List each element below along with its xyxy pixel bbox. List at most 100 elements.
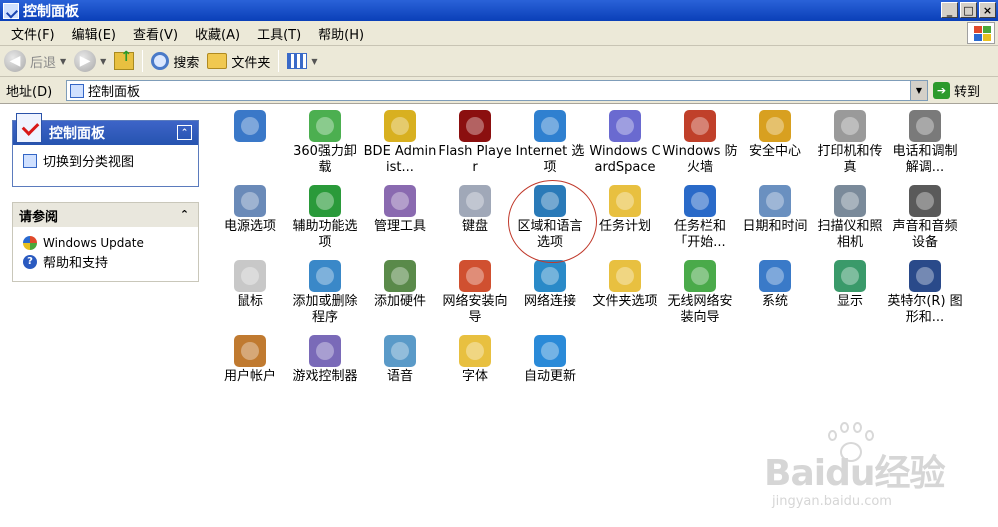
control-panel-item[interactable]: 显示: [812, 260, 888, 310]
minimize-button[interactable]: _: [941, 2, 958, 18]
views-button[interactable]: ▼: [283, 48, 321, 74]
control-panel-item[interactable]: Windows CardSpace: [587, 110, 663, 176]
control-panel-item[interactable]: 打印机和传真: [812, 110, 888, 176]
search-label: 搜索: [173, 55, 200, 71]
menu-edit[interactable]: 编辑(E): [61, 24, 122, 43]
control-panel-item[interactable]: 任务计划: [587, 185, 663, 235]
help-and-support-link[interactable]: ? 帮助和支持: [23, 252, 188, 271]
go-label: 转到: [954, 85, 981, 100]
see-also-pane: 请参阅 ⌃ Windows Update ? 帮助和支持: [12, 202, 199, 282]
see-also-header[interactable]: 请参阅 ⌃: [13, 203, 198, 227]
back-button[interactable]: ◀ 后退 ▼: [0, 48, 70, 74]
task-pane-header[interactable]: 控制面板 ⌃: [13, 113, 198, 145]
control-panel-item[interactable]: 网络安装向导: [437, 260, 513, 326]
forward-arrow-icon: ▶: [74, 50, 97, 72]
control-panel-item[interactable]: 电话和调制解调...: [887, 110, 963, 176]
switch-to-category-view-link[interactable]: 切换到分类视图: [23, 151, 188, 170]
menu-favorites[interactable]: 收藏(A): [184, 24, 246, 43]
cardspace-icon: [609, 110, 641, 142]
watermark-brand: Baidu经验: [764, 453, 945, 494]
back-dropdown-icon[interactable]: ▼: [60, 57, 66, 66]
go-arrow-icon: ➔: [933, 82, 950, 99]
control-panel-item[interactable]: Internet 选项: [512, 110, 588, 176]
folder-options-icon: [609, 260, 641, 292]
address-input[interactable]: 控制面板 ▼: [66, 80, 928, 101]
control-panel-item-label: 显示: [836, 294, 863, 309]
control-panel-item[interactable]: 辅助功能选项: [287, 185, 363, 251]
up-folder-button[interactable]: ↑: [110, 48, 138, 74]
control-panel-item[interactable]: 英特尔(R) 图形和...: [887, 260, 963, 326]
admin-tools-icon: [384, 185, 416, 217]
control-panel-item[interactable]: 日期和时间: [737, 185, 813, 235]
menu-file[interactable]: 文件(F): [0, 24, 61, 43]
control-panel-item[interactable]: 任务栏和「开始...: [662, 185, 738, 251]
network-setup-icon: [459, 260, 491, 292]
back-arrow-icon: ◀: [4, 50, 26, 72]
control-panel-item[interactable]: Windows 防火墙: [662, 110, 738, 176]
control-panel-item[interactable]: [212, 110, 288, 144]
control-panel-item[interactable]: 游戏控制器: [287, 335, 363, 385]
folders-button[interactable]: 文件夹: [203, 48, 274, 74]
go-button[interactable]: ➔ 转到: [933, 81, 980, 100]
flash-icon: [459, 110, 491, 142]
control-panel-item[interactable]: Flash Player: [437, 110, 513, 176]
close-button[interactable]: ×: [979, 2, 996, 18]
menu-bar: 文件(F) 编辑(E) 查看(V) 收藏(A) 工具(T) 帮助(H): [0, 21, 998, 46]
highlight-circle: [508, 180, 597, 263]
menu-tools[interactable]: 工具(T): [246, 24, 307, 43]
control-panel-item[interactable]: 用户帐户: [212, 335, 288, 385]
control-panel-item[interactable]: 电源选项: [212, 185, 288, 235]
control-panel-item[interactable]: 键盘: [437, 185, 513, 235]
control-panel-item[interactable]: 文件夹选项: [587, 260, 663, 310]
accessibility-icon: [309, 185, 341, 217]
control-panel-item[interactable]: 自动更新: [512, 335, 588, 385]
control-panel-item[interactable]: 语音: [362, 335, 438, 385]
auto-update-icon: [534, 335, 566, 367]
control-panel-item[interactable]: BDE Administ...: [362, 110, 438, 176]
internet-options-icon: [534, 110, 566, 142]
maximize-button[interactable]: □: [960, 2, 977, 18]
keyboard-icon: [459, 185, 491, 217]
toolbar-separator: [142, 50, 144, 72]
watermark-url: jingyan.baidu.com: [772, 494, 892, 509]
forward-dropdown-icon[interactable]: ▼: [100, 57, 106, 66]
control-panel-item[interactable]: 管理工具: [362, 185, 438, 235]
control-panel-item[interactable]: 360强力卸载: [287, 110, 363, 176]
control-panel-item[interactable]: 字体: [437, 335, 513, 385]
views-dropdown-icon[interactable]: ▼: [311, 57, 317, 66]
control-panel-item[interactable]: 鼠标: [212, 260, 288, 310]
control-panel-item[interactable]: 扫描仪和照相机: [812, 185, 888, 251]
control-panel-item-label: 打印机和传真: [817, 144, 883, 175]
control-panel-item-label: 电源选项: [223, 219, 276, 234]
control-panel-item[interactable]: 网络连接: [512, 260, 588, 310]
control-panel-item[interactable]: 声音和音频设备: [887, 185, 963, 251]
control-panel-item-label: 语音: [386, 369, 413, 384]
windows-update-icon: [23, 235, 37, 250]
collapse-icon[interactable]: ⌃: [177, 125, 192, 140]
windows-update-link[interactable]: Windows Update: [23, 233, 188, 252]
control-panel-item-label: 无线网络安装向导: [667, 294, 733, 325]
address-label: 地址(D): [6, 84, 53, 100]
control-panel-item-label: 自动更新: [523, 369, 576, 384]
toolbar-separator: [278, 50, 280, 72]
menu-help[interactable]: 帮助(H): [307, 24, 370, 43]
control-panel-item[interactable]: 添加或删除程序: [287, 260, 363, 326]
search-button[interactable]: 搜索: [147, 48, 203, 74]
address-dropdown-icon[interactable]: ▼: [910, 81, 927, 100]
menu-view[interactable]: 查看(V): [122, 24, 184, 43]
sound-icon: [909, 185, 941, 217]
control-panel-item[interactable]: 安全中心: [737, 110, 813, 160]
scanner-icon: [834, 185, 866, 217]
window-title: 控制面板: [23, 3, 79, 20]
title-bar: 控制面板 _ □ ×: [0, 0, 998, 21]
control-panel-item-label: 管理工具: [373, 219, 426, 234]
fonts-icon: [459, 335, 491, 367]
collapse-icon[interactable]: ⌃: [177, 207, 192, 222]
forward-button[interactable]: ▶ ▼: [70, 48, 110, 74]
control-panel-item[interactable]: 无线网络安装向导: [662, 260, 738, 326]
control-panel-item-label: Flash Player: [438, 144, 512, 175]
mouse-icon: [234, 260, 266, 292]
control-panel-item[interactable]: 系统: [737, 260, 813, 310]
control-panel-item[interactable]: 添加硬件: [362, 260, 438, 310]
add-hardware-icon: [384, 260, 416, 292]
